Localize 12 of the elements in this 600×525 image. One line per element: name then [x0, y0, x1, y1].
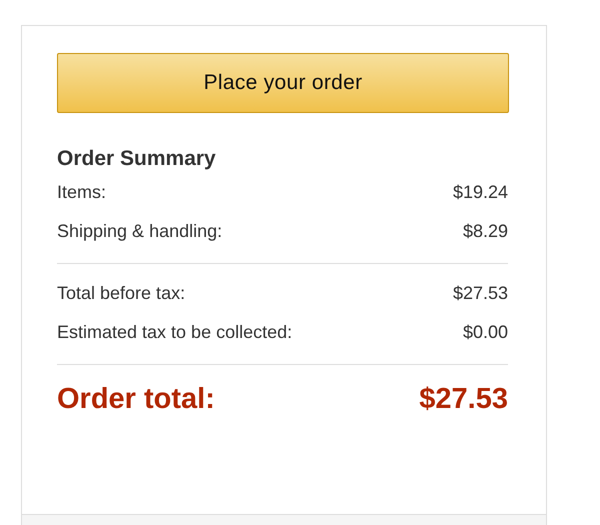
place-order-button[interactable]: Place your order [57, 53, 509, 113]
order-total-amount: $27.53 [419, 383, 508, 416]
line-amount: $0.00 [462, 322, 508, 343]
order-total-label: Order total: [57, 383, 215, 416]
line-amount: $19.24 [452, 182, 508, 203]
line-label: Total before tax: [57, 283, 186, 304]
line-label: Items: [57, 182, 106, 203]
line-label: Shipping & handling: [57, 221, 222, 242]
line-label: Estimated tax to be collected: [57, 322, 292, 343]
line-amount: $8.29 [462, 221, 508, 242]
line-amount: $27.53 [452, 283, 508, 304]
summary-title: Order Summary [57, 147, 217, 171]
